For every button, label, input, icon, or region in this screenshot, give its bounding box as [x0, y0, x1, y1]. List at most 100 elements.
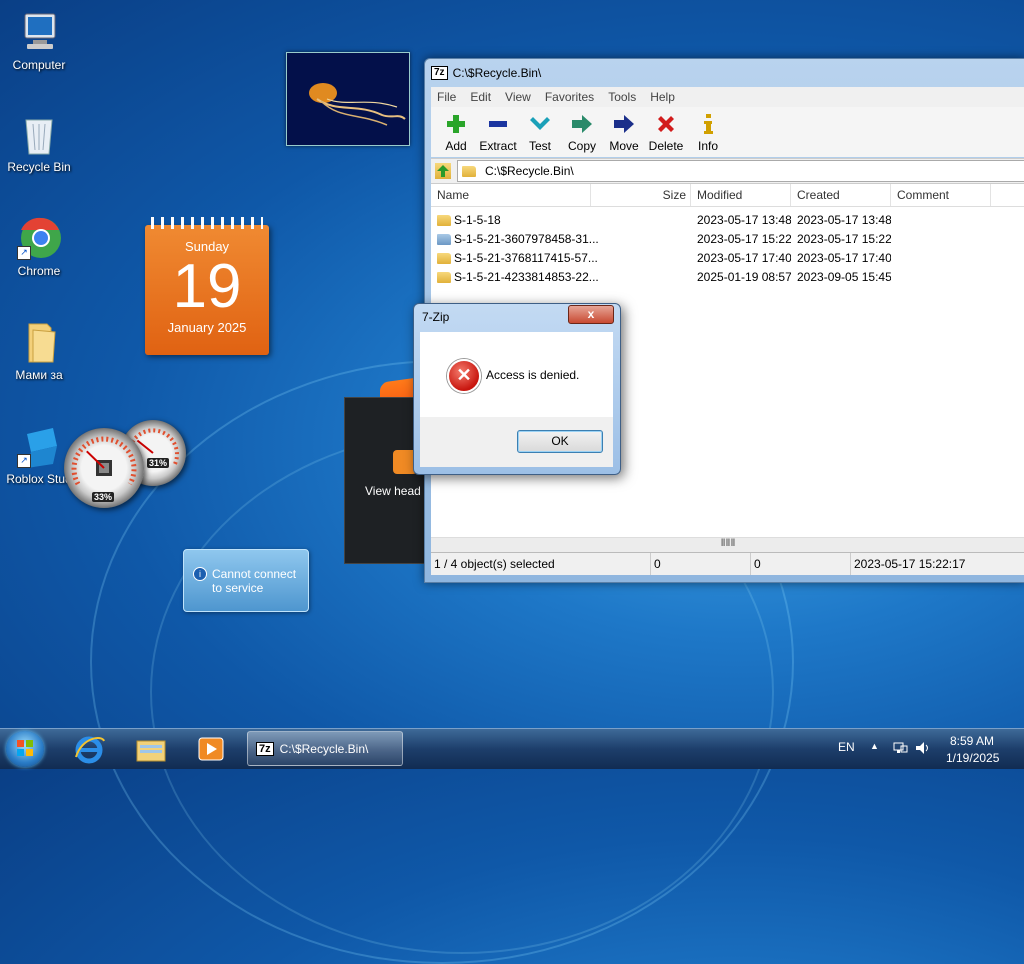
test-button[interactable]: Test — [519, 113, 561, 157]
folder-icon — [437, 271, 451, 283]
address-path: C:\$Recycle.Bin\ — [485, 164, 574, 178]
move-label: Move — [609, 139, 639, 153]
file-created: 2023-09-05 15:45 — [797, 269, 891, 284]
file-row[interactable]: S-1-5-21-3607978458-31... 2023-05-17 15:… — [431, 229, 1024, 248]
window-titlebar[interactable]: 7z C:\$Recycle.Bin\ — [431, 64, 541, 82]
folder-icon — [17, 320, 61, 364]
info-button[interactable]: Info — [687, 113, 729, 157]
clock-time[interactable]: 8:59 AM — [950, 734, 994, 748]
file-explorer-icon[interactable] — [134, 733, 168, 765]
move-arrow-icon — [603, 113, 645, 135]
windows-logo-icon — [17, 740, 33, 756]
file-created: 2023-05-17 17:40 — [797, 250, 891, 265]
minus-icon — [477, 113, 519, 135]
file-name: S-1-5-18 — [454, 212, 501, 227]
blue-folder-icon — [437, 233, 451, 245]
test-label: Test — [528, 139, 551, 153]
weather-status-text: Cannot connect to service — [212, 567, 297, 595]
ok-button[interactable]: OK — [517, 430, 603, 453]
file-list-header: Name Size Modified Created Comment — [431, 184, 1024, 207]
clock-date[interactable]: 1/19/2025 — [946, 751, 999, 765]
desktop-icon-computer[interactable]: Computer — [0, 10, 78, 72]
roblox-studio-icon: ↗ — [17, 424, 61, 468]
dialog-button-area: OK — [420, 417, 613, 467]
file-name-cell: S-1-5-21-3768117415-57... — [431, 251, 691, 265]
ram-gauge-label: 31% — [147, 458, 170, 468]
address-bar: C:\$Recycle.Bin\ — [431, 158, 1024, 184]
file-modified: 2023-05-17 15:22 — [697, 231, 791, 246]
extract-label: Extract — [479, 139, 517, 153]
desktop-icon-label: Roblox Stud — [6, 472, 72, 486]
file-row[interactable]: S-1-5-21-3768117415-57... 2023-05-17 17:… — [431, 248, 1024, 267]
desktop-icon-recycle-bin[interactable]: Recycle Bin — [0, 112, 78, 174]
error-dialog[interactable]: 7-Zip x ✕ Access is denied. OK — [413, 303, 621, 475]
address-field[interactable]: C:\$Recycle.Bin\ — [457, 160, 1024, 182]
calendar-day: 19 — [172, 252, 242, 321]
calendar-rings — [151, 217, 263, 229]
move-button[interactable]: Move — [603, 113, 645, 157]
status-packed: 0 — [751, 553, 851, 575]
dialog-message: Access is denied. — [486, 368, 580, 382]
column-name[interactable]: Name — [431, 184, 591, 206]
menu-tools[interactable]: Tools — [608, 90, 636, 104]
add-button[interactable]: Add — [435, 113, 477, 157]
taskbar: 7z C:\$Recycle.Bin\ EN ▲ 8:59 AM 1/19/20… — [0, 728, 1024, 769]
file-row[interactable]: S-1-5-21-4233814853-22... 2025-01-19 08:… — [431, 267, 1024, 286]
copy-button[interactable]: Copy — [561, 113, 603, 157]
window-title: C:\$Recycle.Bin\ — [452, 66, 542, 80]
menu-edit[interactable]: Edit — [470, 90, 491, 104]
network-icon[interactable] — [892, 740, 908, 759]
horizontal-scrollbar[interactable]: ⅡⅡⅡ — [431, 537, 1024, 552]
menu-file[interactable]: File — [437, 90, 456, 104]
desktop-icon-label: Recycle Bin — [7, 160, 71, 174]
desktop-icon-label: Мами за — [15, 368, 63, 382]
info-icon — [687, 113, 729, 135]
file-name-cell: S-1-5-18 — [431, 213, 691, 227]
start-button[interactable] — [6, 731, 44, 767]
error-icon: ✕ — [447, 359, 481, 393]
media-player-icon[interactable] — [194, 733, 228, 765]
file-modified: 2023-05-17 17:40 — [697, 250, 791, 265]
menu-view[interactable]: View — [505, 90, 531, 104]
slideshow-gadget[interactable] — [286, 52, 410, 146]
shortcut-arrow-icon: ↗ — [17, 454, 31, 468]
taskbar-task-7zip[interactable]: 7z C:\$Recycle.Bin\ — [247, 731, 403, 766]
calendar-gadget[interactable]: Sunday 19 January 2025 — [145, 217, 269, 355]
extract-button[interactable]: Extract — [477, 113, 519, 157]
recycle-bin-icon — [17, 112, 61, 156]
desktop-icon-folder[interactable]: Мами за — [0, 320, 78, 382]
file-name-cell: S-1-5-21-4233814853-22... — [431, 270, 691, 284]
weather-gadget[interactable]: i Cannot connect to service — [183, 549, 309, 612]
delete-button[interactable]: Delete — [645, 113, 687, 157]
language-indicator[interactable]: EN — [838, 740, 855, 754]
show-hidden-icons-icon[interactable]: ▲ — [870, 741, 879, 751]
file-modified: 2025-01-19 08:57 — [697, 269, 791, 284]
calendar-month-year: January 2025 — [167, 320, 247, 335]
dialog-body: ✕ Access is denied. — [420, 332, 613, 417]
menu-help[interactable]: Help — [650, 90, 675, 104]
close-button[interactable]: x — [568, 305, 614, 324]
column-size[interactable]: Size — [591, 184, 691, 206]
status-date: 2023-05-17 15:22:17 — [854, 557, 966, 571]
desktop-icon-chrome[interactable]: ↗ Chrome — [0, 216, 78, 278]
status-bar: 1 / 4 object(s) selected 0 0 2023-05-17 … — [431, 552, 1024, 575]
internet-explorer-icon[interactable] — [72, 733, 106, 765]
column-modified[interactable]: Modified — [691, 184, 791, 206]
cpu-gauge[interactable]: 33% — [64, 428, 144, 508]
file-modified: 2023-05-17 13:48 — [697, 212, 791, 227]
file-created: 2023-05-17 13:48 — [797, 212, 891, 227]
info-icon: i — [193, 567, 207, 581]
up-folder-icon[interactable] — [435, 163, 451, 179]
copy-arrow-icon — [561, 113, 603, 135]
column-comment[interactable]: Comment — [891, 184, 991, 206]
computer-icon — [17, 10, 61, 54]
column-created[interactable]: Created — [791, 184, 891, 206]
file-row[interactable]: S-1-5-18 2023-05-17 13:48 2023-05-17 13:… — [431, 210, 1024, 229]
desktop-icon-label: Chrome — [17, 264, 61, 278]
file-name: S-1-5-21-3607978458-31... — [454, 231, 599, 246]
volume-icon[interactable] — [914, 740, 930, 759]
delete-label: Delete — [648, 139, 684, 153]
task-title: C:\$Recycle.Bin\ — [279, 741, 369, 756]
menu-favorites[interactable]: Favorites — [545, 90, 594, 104]
desktop-icon-label: Computer — [12, 58, 66, 72]
